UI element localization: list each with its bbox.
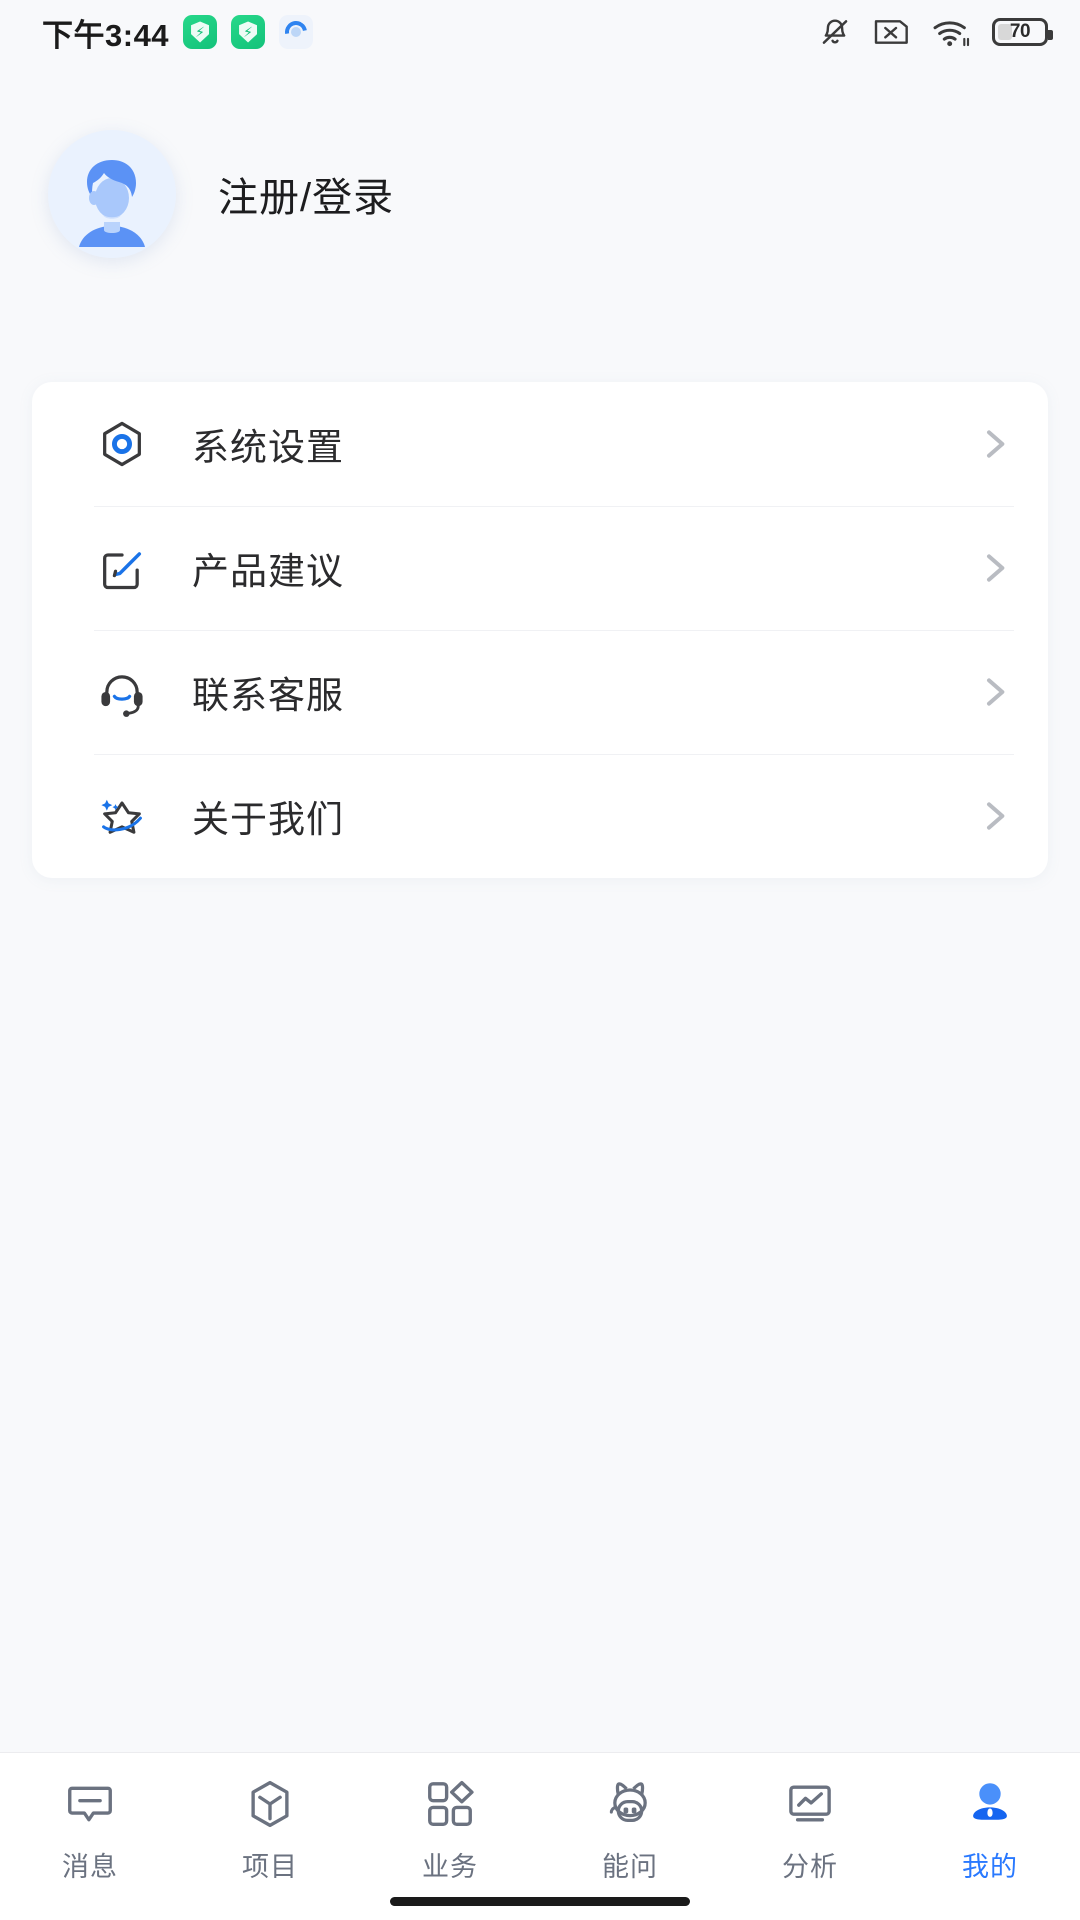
tab-messages[interactable]: 消息 [0, 1775, 180, 1884]
cube-box-icon [241, 1775, 299, 1833]
wifi-icon [933, 21, 970, 47]
home-indicator [390, 1897, 690, 1906]
chevron-right-icon [987, 430, 1005, 458]
settings-hexagon-icon [94, 416, 150, 472]
grid-diamond-icon [421, 1775, 479, 1833]
menu-item-label: 关于我们 [192, 799, 344, 840]
status-bar: 下午3:44 ⚡ ⚡ 70 [0, 0, 1080, 64]
avatar[interactable] [48, 130, 176, 258]
ai-cat-robot-icon [601, 1775, 659, 1833]
browser-app-icon [279, 15, 314, 49]
headset-support-icon [94, 664, 150, 720]
security-shield-app-icon: ⚡ [183, 15, 218, 49]
tab-label: 业务 [422, 1852, 478, 1882]
status-bar-right: 70 [818, 15, 1053, 49]
tab-label: 消息 [62, 1852, 118, 1882]
profile-header[interactable]: 注册/登录 [0, 130, 1080, 258]
battery-percent: 70 [1009, 21, 1031, 42]
menu-item-product-suggestion[interactable]: 产品建议 [32, 506, 1048, 630]
menu-item-contact-support[interactable]: 联系客服 [32, 630, 1048, 754]
tab-label: 我的 [962, 1852, 1018, 1882]
message-bubble-icon [61, 1775, 119, 1833]
tab-projects[interactable]: 项目 [180, 1775, 360, 1884]
tab-ai-assistant[interactable]: 能问 [540, 1775, 720, 1884]
tab-label: 分析 [782, 1852, 838, 1882]
sim-card-disabled-icon [874, 20, 908, 44]
bottom-navigation-bar: 消息 项目 业务 能问 分析 我的 [0, 1752, 1080, 1920]
user-person-icon [961, 1775, 1019, 1833]
analytics-monitor-icon [781, 1775, 839, 1833]
tab-label: 项目 [242, 1852, 298, 1882]
tab-label: 能问 [602, 1852, 658, 1882]
menu-item-label: 联系客服 [192, 675, 344, 716]
default-user-avatar [48, 130, 176, 258]
settings-menu-card: 系统设置 产品建议 联系客服 关于我们 [32, 382, 1048, 878]
status-bar-left: 下午3:44 ⚡ ⚡ [42, 10, 314, 55]
chevron-right-icon [987, 678, 1005, 706]
menu-item-about-us[interactable]: 关于我们 [32, 754, 1048, 878]
menu-item-label: 系统设置 [192, 427, 344, 468]
status-bar-clock: 下午3:44 [42, 17, 170, 53]
bell-muted-icon [822, 19, 848, 44]
app-screen: 下午3:44 ⚡ ⚡ 70 注册/登录 系统设置 产品建议 联系客服 关于我们 … [0, 0, 1080, 1920]
tab-analytics[interactable]: 分析 [720, 1775, 900, 1884]
tab-business[interactable]: 业务 [360, 1775, 540, 1884]
star-sparkle-icon [94, 788, 150, 844]
menu-item-label: 产品建议 [192, 551, 344, 592]
battery-icon: 70 [992, 18, 1053, 46]
security-shield-app-icon-2: ⚡ [231, 15, 266, 49]
menu-item-system-settings[interactable]: 系统设置 [32, 382, 1048, 506]
chevron-right-icon [987, 554, 1005, 582]
tab-mine[interactable]: 我的 [900, 1775, 1080, 1884]
profile-login-label[interactable]: 注册/登录 [218, 165, 394, 223]
chevron-right-icon [987, 802, 1005, 830]
edit-square-icon [94, 540, 150, 596]
